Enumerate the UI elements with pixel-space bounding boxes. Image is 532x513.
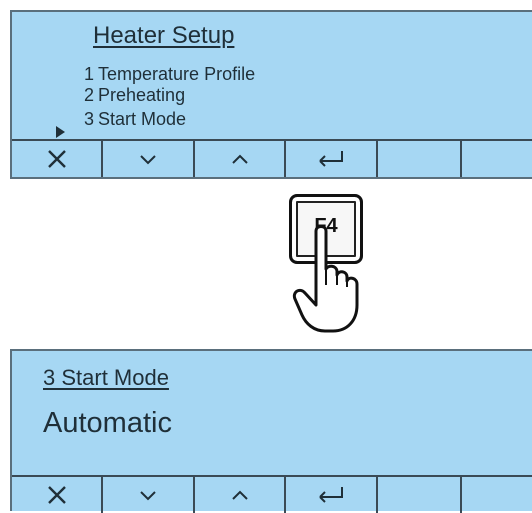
- softkey-enter[interactable]: [286, 141, 378, 177]
- softkey-5[interactable]: [378, 141, 462, 177]
- menu-item-label: Temperature Profile: [98, 64, 256, 84]
- heater-setup-screen: Heater Setup 1 Temperature Profile 2 Prehe…: [10, 10, 532, 179]
- menu-item-preheating[interactable]: 2 Preheating: [84, 85, 185, 105]
- softkey-down[interactable]: [103, 477, 195, 513]
- menu-item-number: 1: [84, 64, 95, 84]
- softkey-cancel[interactable]: [12, 477, 103, 513]
- chevron-up-icon: [231, 490, 248, 500]
- softkey-5[interactable]: [378, 477, 462, 513]
- start-mode-screen: 3 Start Mode Automatic: [10, 349, 532, 513]
- softkey-bar: [12, 475, 532, 513]
- softkey-6[interactable]: [462, 477, 532, 513]
- screen-title: 3 Start Mode: [43, 365, 169, 390]
- softkey-up[interactable]: [195, 141, 286, 177]
- menu-title: Heater Setup: [93, 22, 235, 49]
- softkey-enter[interactable]: [286, 477, 378, 513]
- menu-item-start-mode[interactable]: 3 Start Mode: [84, 109, 186, 129]
- chevron-down-icon: [140, 155, 156, 165]
- softkey-up[interactable]: [195, 477, 286, 513]
- enter-icon: [319, 487, 343, 503]
- softkey-down[interactable]: [103, 141, 195, 177]
- close-icon: [47, 150, 66, 168]
- pointing-hand-icon: [292, 225, 359, 333]
- enter-icon: [319, 151, 343, 167]
- softkey-6[interactable]: [462, 141, 532, 177]
- chevron-up-icon: [231, 154, 248, 164]
- menu-item-number: 3: [84, 109, 95, 129]
- softkey-cancel[interactable]: [12, 141, 103, 177]
- chevron-down-icon: [140, 491, 156, 501]
- close-icon: [47, 486, 66, 504]
- selection-arrow-icon: [56, 126, 65, 138]
- menu-item-number: 2: [84, 85, 95, 105]
- menu-item-label: Start Mode: [98, 109, 187, 129]
- menu-item-temperature-profile[interactable]: 1 Temperature Profile: [84, 64, 255, 84]
- menu-item-label: Preheating: [98, 85, 186, 105]
- softkey-bar: [12, 139, 532, 177]
- start-mode-value: Automatic: [43, 407, 172, 439]
